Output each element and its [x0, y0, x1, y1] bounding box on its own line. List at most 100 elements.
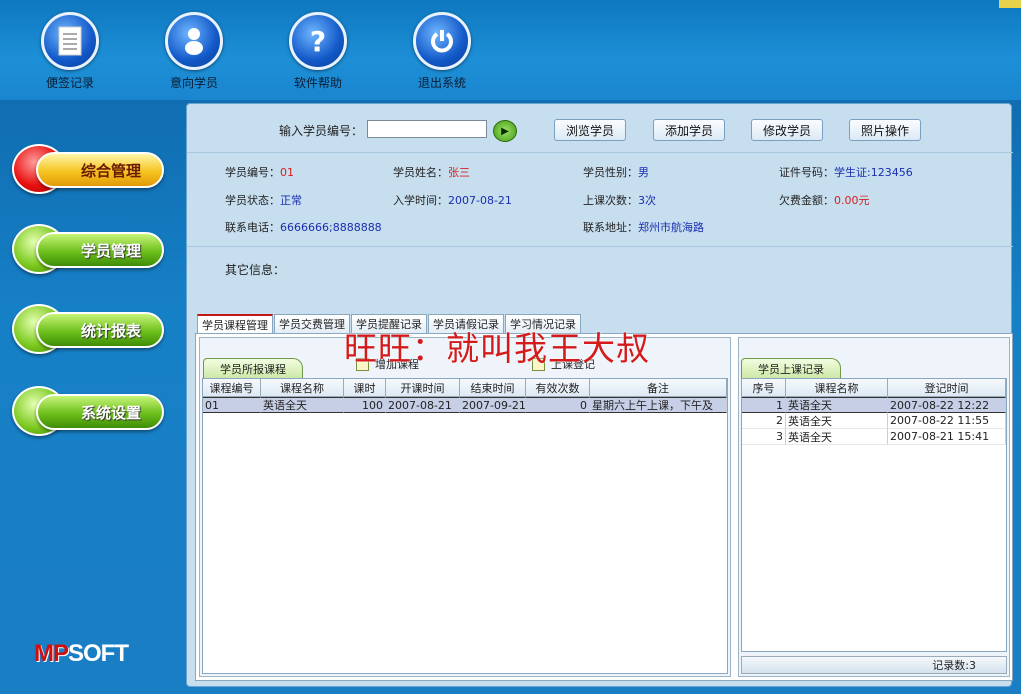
field-value: 01 [280, 166, 294, 179]
exit-button-label: 退出系统 [417, 76, 466, 90]
nav-student-management[interactable]: 学员管理 [10, 224, 166, 274]
field-student-name: 学员姓名：张三 [393, 164, 470, 180]
field-value: 张三 [448, 166, 470, 179]
main-panel: 输入学员编号： ▶ 浏览学员 添加学员 修改学员 照片操作 学员编号：01 学员… [186, 103, 1013, 687]
table-cell: 英语全天 [786, 413, 888, 429]
field-key: 学员状态： [225, 194, 280, 207]
field-value: 6666666;8888888 [280, 221, 382, 234]
field-key: 入学时间： [393, 194, 448, 207]
field-phone: 联系电话：6666666;8888888 [225, 219, 382, 235]
student-info: 学员编号：01 学员姓名：张三 学员性别：男 证件号码：学生证:123456 学… [187, 152, 1013, 244]
field-key: 学员编号： [225, 166, 280, 179]
nav-label: 综合管理 [36, 152, 164, 188]
table-cell: 英语全天 [261, 397, 344, 413]
nav-label: 系统设置 [36, 394, 164, 430]
field-certificate: 证件号码：学生证:123456 [779, 164, 913, 180]
column-header[interactable]: 课程编号 [203, 379, 261, 397]
field-key: 联系电话： [225, 221, 280, 234]
table-cell: 3 [742, 429, 786, 445]
record-count-footer: 记录数:3 [741, 656, 1007, 674]
logo-mp: MP [34, 640, 69, 667]
table-cell: 英语全天 [786, 429, 888, 445]
field-value: 正常 [280, 194, 302, 207]
power-icon [413, 12, 471, 70]
help-button[interactable]: ? 软件帮助 [278, 12, 358, 91]
field-key: 学员性别： [583, 166, 638, 179]
nav-system-settings[interactable]: 系统设置 [10, 386, 166, 436]
field-value: 3次 [638, 194, 656, 207]
field-value: 郑州市航海路 [638, 221, 704, 234]
notes-button-label: 便签记录 [45, 76, 94, 90]
column-header[interactable]: 开课时间 [386, 379, 460, 397]
field-key: 上课次数： [583, 194, 638, 207]
logo-soft: SOFT [68, 640, 129, 667]
table-row[interactable]: 1 英语全天 2007-08-22 12:22 [742, 397, 1006, 413]
column-header[interactable]: 课时 [344, 379, 386, 397]
table-cell: 2007-09-21 [460, 397, 526, 413]
exit-button[interactable]: 退出系统 [402, 12, 482, 91]
search-row: 输入学员编号： ▶ 浏览学员 添加学员 修改学员 照片操作 [187, 114, 1013, 142]
prospective-students-button[interactable]: 意向学员 [154, 12, 234, 91]
table-cell: 2007-08-22 12:22 [888, 397, 1006, 413]
nav-statistics-reports[interactable]: 统计报表 [10, 304, 166, 354]
column-header[interactable]: 备注 [590, 379, 727, 397]
field-gender: 学员性别：男 [583, 164, 649, 180]
notes-button[interactable]: 便签记录 [30, 12, 110, 91]
tab-course-management[interactable]: 学员课程管理 [197, 314, 273, 333]
field-key: 证件号码： [779, 166, 834, 179]
notepad-icon [41, 12, 99, 70]
nav-label: 学员管理 [36, 232, 164, 268]
person-icon [165, 12, 223, 70]
photo-operation-button[interactable]: 照片操作 [849, 119, 921, 141]
field-address: 联系地址：郑州市航海路 [583, 219, 704, 235]
browse-students-button[interactable]: 浏览学员 [554, 119, 626, 141]
field-value: 2007-08-21 [448, 194, 512, 207]
column-header[interactable]: 课程名称 [786, 379, 888, 397]
play-arrow-icon[interactable]: ▶ [493, 120, 517, 142]
help-icon: ? [289, 12, 347, 70]
tab-content: 学员所报课程 增加课程 上课登记 课程编号 课程名称 课时 开课时间 结束时间 … [195, 333, 1013, 681]
table-row[interactable]: 2 英语全天 2007-08-22 11:55 [742, 413, 1006, 429]
column-header[interactable]: 序号 [742, 379, 786, 397]
table-row[interactable]: 01 英语全天 100 2007-08-21 2007-09-21 0 星期六上… [203, 397, 727, 413]
column-header[interactable]: 结束时间 [460, 379, 526, 397]
edit-student-button[interactable]: 修改学员 [751, 119, 823, 141]
table-row[interactable]: 3 英语全天 2007-08-21 15:41 [742, 429, 1006, 445]
table-header: 课程编号 课程名称 课时 开课时间 结束时间 有效次数 备注 [203, 379, 727, 397]
attendance-table: 序号 课程名称 登记时间 1 英语全天 2007-08-22 12:22 2 英… [741, 378, 1007, 652]
table-cell: 0 [526, 397, 590, 413]
prospective-students-label: 意向学员 [169, 76, 218, 90]
student-id-label: 输入学员编号： [279, 124, 364, 138]
table-cell: 100 [344, 397, 386, 413]
mpsoft-logo: MPSOFT [34, 640, 129, 668]
field-key: 联系地址： [583, 221, 638, 234]
field-value: 学生证:123456 [834, 166, 913, 179]
table-cell: 星期六上午上课，下午及 [590, 397, 727, 413]
table-cell: 1 [742, 397, 786, 413]
tab-payment-management[interactable]: 学员交费管理 [274, 314, 350, 333]
help-button-label: 软件帮助 [293, 76, 342, 90]
field-status: 学员状态：正常 [225, 192, 302, 208]
other-info-label: 其它信息： [225, 263, 286, 277]
table-cell: 2007-08-21 [386, 397, 460, 413]
column-header[interactable]: 课程名称 [261, 379, 344, 397]
table-cell: 01 [203, 397, 261, 413]
nav-general-management[interactable]: 综合管理 [10, 144, 166, 194]
table-cell: 英语全天 [786, 397, 888, 413]
field-student-id: 学员编号：01 [225, 164, 294, 180]
field-enroll-date: 入学时间：2007-08-21 [393, 192, 512, 208]
column-header[interactable]: 登记时间 [888, 379, 1006, 397]
watermark-text: 旺旺：就叫我王大叔 [344, 329, 650, 368]
attendance-panel: 学员上课记录 序号 课程名称 登记时间 1 英语全天 2007-08-22 12… [738, 337, 1010, 677]
field-key: 欠费金额： [779, 194, 834, 207]
student-id-input[interactable] [367, 120, 487, 138]
courses-panel: 学员所报课程 增加课程 上课登记 课程编号 课程名称 课时 开课时间 结束时间 … [199, 337, 731, 677]
table-cell: 2 [742, 413, 786, 429]
courses-table: 课程编号 课程名称 课时 开课时间 结束时间 有效次数 备注 01 英语全天 1… [202, 378, 728, 674]
column-header[interactable]: 有效次数 [526, 379, 590, 397]
table-header: 序号 课程名称 登记时间 [742, 379, 1006, 397]
add-student-button[interactable]: 添加学员 [653, 119, 725, 141]
courses-panel-title: 学员所报课程 [203, 358, 303, 378]
field-key: 学员姓名： [393, 166, 448, 179]
table-cell: 2007-08-22 11:55 [888, 413, 1006, 429]
